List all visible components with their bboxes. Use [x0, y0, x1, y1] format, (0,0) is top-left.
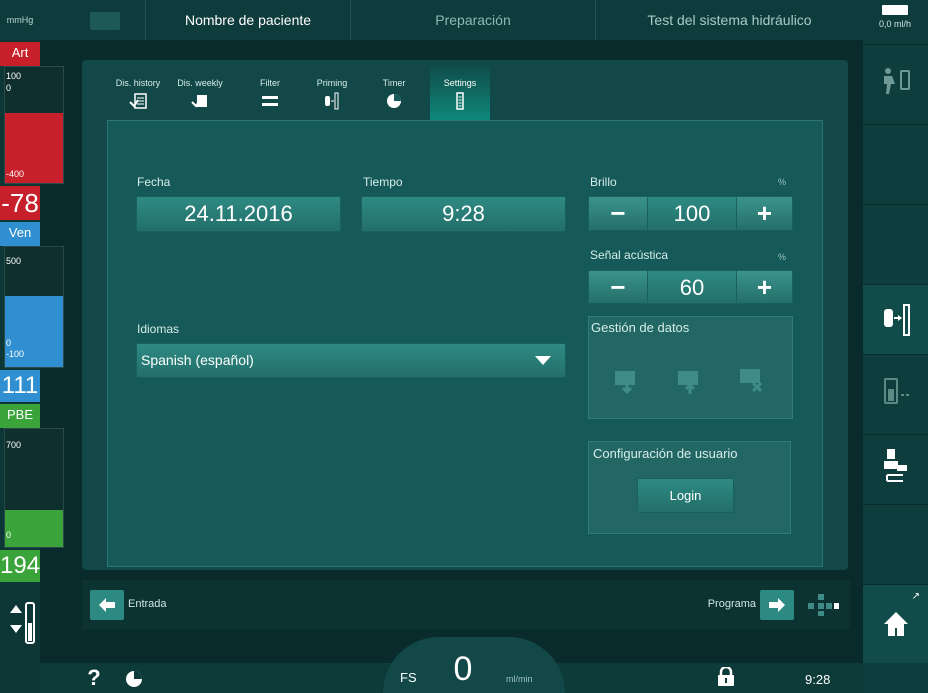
tab-label: Filter [260, 78, 280, 88]
syringe-icon [882, 5, 908, 15]
tab-label: Timer [382, 78, 406, 88]
right-empty-3 [863, 504, 928, 584]
data-export-icon [678, 371, 698, 394]
back-button[interactable] [90, 590, 124, 620]
tab-preparation[interactable]: Preparación [350, 0, 595, 40]
art-value: -78 [0, 186, 40, 220]
data-import-icon [615, 371, 635, 395]
priming-icon [883, 304, 910, 336]
language-label: Idiomas [137, 322, 180, 336]
brightness-decrease-button[interactable]: − [588, 196, 648, 231]
data-management-panel: Gestión de datos [588, 316, 793, 419]
user-config-label: Configuración de usuario [593, 446, 738, 461]
tab-dis-weekly[interactable]: Dis. weekly [170, 66, 230, 122]
art-zero: 0 [6, 83, 12, 93]
rate-unit: ml/h [894, 19, 912, 29]
next-button[interactable] [760, 590, 794, 620]
timer-status-icon[interactable] [124, 669, 144, 689]
line-setup-icon [883, 449, 907, 482]
flow-value: 0 [453, 650, 473, 688]
clock: 9:28 [805, 672, 831, 687]
language-value: Spanish (español) [141, 352, 254, 368]
right-empty-2 [863, 204, 928, 284]
arrow-left-icon [99, 598, 115, 612]
sound-increase-button[interactable]: + [736, 270, 793, 304]
next-label: Programa [707, 598, 756, 610]
date-label: Fecha [137, 175, 171, 189]
filter-icon [883, 378, 909, 404]
fs-label: FS [400, 670, 417, 685]
date-field[interactable]: 24.11.2016 [136, 196, 341, 232]
ven-lower-limit: -100 [6, 349, 25, 359]
art-lower-limit: -400 [6, 169, 25, 179]
tab-settings[interactable]: Settings [430, 66, 490, 122]
flow-unit: ml/min [506, 674, 533, 684]
arrow-right-icon [769, 598, 785, 612]
home-icon [883, 612, 908, 636]
ven-upper-limit: 500 [6, 256, 22, 266]
help-button[interactable]: ? [80, 665, 108, 691]
brightness-increase-button[interactable]: + [736, 196, 793, 231]
ven-zero: 0 [6, 338, 12, 348]
device-logo-icon [90, 12, 120, 30]
settings-icon [456, 92, 464, 110]
dis-weekly-icon [191, 95, 207, 108]
language-select[interactable]: Spanish (español) [136, 343, 566, 378]
home-button[interactable]: ↗ [863, 584, 928, 663]
time-label: Tiempo [363, 175, 403, 189]
brightness-unit: % [778, 177, 787, 187]
brightness-label: Brillo [590, 175, 617, 189]
level-adjust-icon[interactable] [4, 595, 40, 651]
tab-label: Dis. history [115, 78, 161, 88]
uf-rate-display[interactable]: 0,0 ml/h [862, 0, 928, 40]
art-label: Art [0, 42, 40, 66]
tab-label: Settings [443, 78, 477, 88]
pbe-upper-limit: 700 [6, 440, 22, 450]
sound-label: Señal acústica [590, 248, 669, 262]
tab-patient-name[interactable]: Nombre de paciente [145, 0, 350, 40]
patient-connect-icon [883, 68, 910, 94]
chevron-down-icon [535, 356, 551, 365]
filter-button[interactable] [863, 354, 928, 434]
priming-button[interactable] [863, 284, 928, 354]
pbe-label: PBE [0, 404, 40, 428]
sound-value: 60 [648, 270, 736, 304]
data-management-label: Gestión de datos [591, 320, 690, 335]
program-flow-icon [808, 594, 839, 616]
pressure-unit: mmHg [6, 15, 34, 25]
pbe-value: 194 [0, 550, 40, 582]
priming-tab-icon [325, 92, 339, 110]
patient-connect-button[interactable] [863, 44, 928, 124]
ven-value: 111 [0, 370, 40, 402]
ven-label: Ven [0, 222, 40, 246]
login-button[interactable]: Login [637, 478, 734, 513]
time-field[interactable]: 9:28 [361, 196, 566, 232]
pbe-bar-fill [5, 510, 63, 547]
right-empty-1 [863, 124, 928, 204]
brightness-value: 100 [648, 196, 736, 231]
rate-value: 0,0 [878, 19, 892, 29]
sound-unit: % [778, 252, 787, 262]
back-label: Entrada [128, 598, 167, 610]
sound-decrease-button[interactable]: − [588, 270, 648, 304]
tab-label: Dis. weekly [177, 78, 223, 88]
home-arrow-icon: ↗ [911, 591, 920, 602]
tab-label: Priming [316, 78, 348, 88]
tab-timer[interactable]: Timer [364, 66, 424, 122]
data-delete-icon [740, 369, 763, 393]
line-setup-button[interactable] [863, 434, 928, 504]
pbe-zero: 0 [6, 530, 12, 540]
tab-priming[interactable]: Priming [302, 66, 362, 122]
dis-history-icon [129, 93, 147, 109]
timer-icon [387, 94, 401, 108]
tab-filter[interactable]: Filter [240, 66, 300, 122]
filter-tab-icon [262, 96, 278, 106]
lock-icon[interactable] [717, 667, 735, 687]
tab-dis-history[interactable]: Dis. history [108, 66, 168, 122]
art-upper-limit: 100 [6, 71, 22, 81]
tab-hydraulic-test[interactable]: Test del sistema hidráulico [595, 0, 863, 40]
